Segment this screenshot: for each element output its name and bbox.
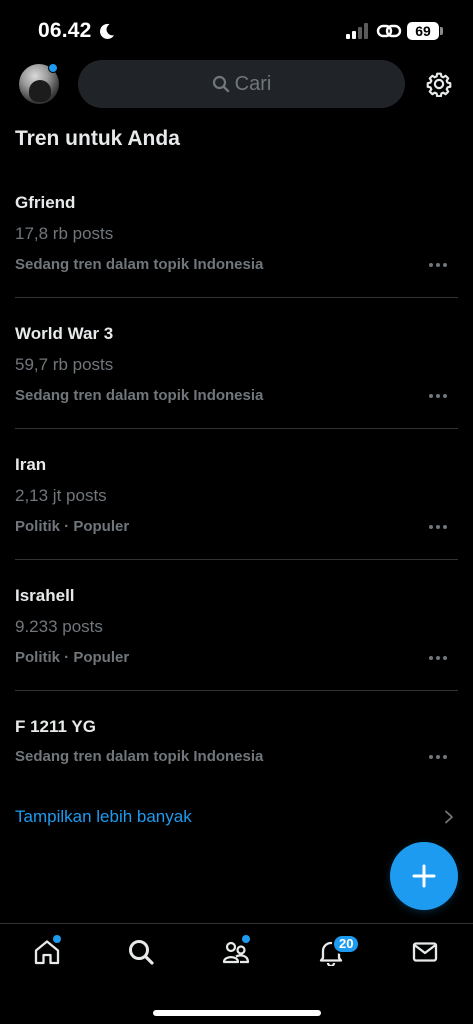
home-notification-dot <box>53 935 61 943</box>
trend-item[interactable]: Israhell 9.233 posts Politik · Populer <box>0 575 473 691</box>
trend-item[interactable]: F 1211 YG Sedang tren dalam topik Indone… <box>0 706 473 786</box>
trend-item[interactable]: World War 3 59,7 rb posts Sedang tren da… <box>0 313 473 429</box>
app-screen: 06.42 69 Cari Tren untuk Anda Gfriend 17… <box>0 0 473 1024</box>
nav-search[interactable] <box>127 938 157 968</box>
search-icon <box>129 940 154 965</box>
trend-post-count: 9.233 posts <box>15 617 103 636</box>
more-options-icon[interactable] <box>429 754 449 760</box>
trend-context: Sedang tren dalam topik Indonesia <box>15 256 264 273</box>
home-indicator <box>153 1010 321 1016</box>
search-placeholder: Cari <box>234 72 272 95</box>
battery-icon: 69 <box>407 22 439 40</box>
search-icon <box>212 75 229 93</box>
status-time: 06.42 <box>38 19 92 42</box>
trend-item[interactable]: Gfriend 17,8 rb posts Sedang tren dalam … <box>0 182 473 298</box>
nav-messages[interactable] <box>411 938 441 968</box>
plus-icon <box>412 864 436 888</box>
notification-badge: 20 <box>332 934 361 954</box>
divider <box>15 297 458 298</box>
moon-icon <box>100 23 114 39</box>
trend-name: Israhell <box>15 586 75 605</box>
communities-notification-dot <box>242 935 250 943</box>
signal-icon <box>346 23 368 39</box>
search-input[interactable]: Cari <box>78 60 405 108</box>
divider <box>15 428 458 429</box>
trend-context: Sedang tren dalam topik Indonesia <box>15 748 264 765</box>
trend-post-count: 59,7 rb posts <box>15 355 114 374</box>
show-more-link[interactable]: Tampilkan lebih banyak <box>15 807 192 827</box>
trend-name: Iran <box>15 455 47 474</box>
trend-context: Sedang tren dalam topik Indonesia <box>15 387 264 404</box>
bottom-nav: 20 <box>0 923 473 1024</box>
divider <box>15 690 458 691</box>
trend-name: F 1211 YG <box>15 717 96 736</box>
gear-icon[interactable] <box>426 71 452 97</box>
divider <box>15 559 458 560</box>
link-icon <box>376 24 402 38</box>
battery-level: 69 <box>415 23 431 39</box>
more-options-icon[interactable] <box>429 393 449 399</box>
top-header: Cari <box>0 58 473 110</box>
chevron-right-icon[interactable] <box>444 810 454 824</box>
more-options-icon[interactable] <box>429 655 449 661</box>
compose-button[interactable] <box>390 842 458 910</box>
more-options-icon[interactable] <box>429 524 449 530</box>
trend-context: Politik · Populer <box>15 649 130 666</box>
trend-name: Gfriend <box>15 193 76 212</box>
trend-name: World War 3 <box>15 324 114 343</box>
trend-post-count: 2,13 jt posts <box>15 486 107 505</box>
trend-item[interactable]: Iran 2,13 jt posts Politik · Populer <box>0 444 473 560</box>
avatar-notification-dot <box>48 63 58 73</box>
more-options-icon[interactable] <box>429 262 449 268</box>
trend-post-count: 17,8 rb posts <box>15 224 114 243</box>
trend-context: Politik · Populer <box>15 518 130 535</box>
battery-tip <box>440 27 443 35</box>
mail-icon <box>412 942 438 962</box>
status-bar: 06.42 69 <box>0 0 473 58</box>
section-title: Tren untuk Anda <box>15 127 180 150</box>
